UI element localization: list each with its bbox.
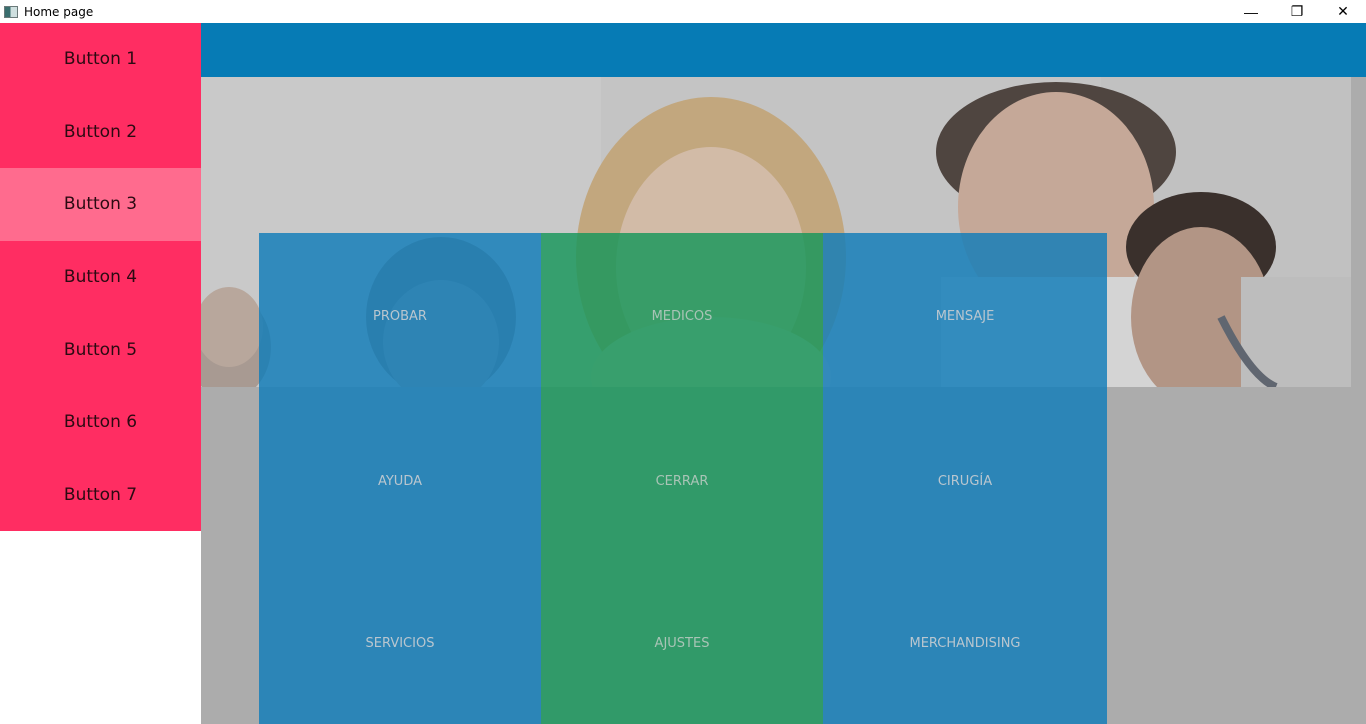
- title-bar: Home page — ❐ ✕: [0, 0, 1366, 23]
- tile-cirugia[interactable]: CIRUGÍA: [823, 399, 1107, 563]
- sidebar-button-4[interactable]: Button 4: [0, 241, 201, 314]
- app-icon: [4, 5, 18, 18]
- tile-ayuda[interactable]: AYUDA: [259, 399, 541, 563]
- tile-grid: PROBAR MEDICOS MENSAJE AYUDA CERRAR CIRU…: [259, 233, 1107, 724]
- sidebar-button-6[interactable]: Button 6: [0, 386, 201, 459]
- sidebar-button-3[interactable]: Button 3: [0, 168, 201, 241]
- window-title: Home page: [24, 4, 94, 19]
- tile-ajustes[interactable]: AJUSTES: [541, 563, 823, 724]
- sidebar-button-5[interactable]: Button 5: [0, 313, 201, 386]
- minimize-button[interactable]: —: [1228, 0, 1274, 23]
- app-window: Home page — ❐ ✕ Button 1 Button 2 Button…: [0, 0, 1366, 724]
- tile-mensaje[interactable]: MENSAJE: [823, 233, 1107, 399]
- sidebar-button-2[interactable]: Button 2: [0, 96, 201, 169]
- sidebar-button-7[interactable]: Button 7: [0, 459, 201, 532]
- tile-merchandising[interactable]: MERCHANDISING: [823, 563, 1107, 724]
- tile-probar[interactable]: PROBAR: [259, 233, 541, 399]
- sidebar: Button 1 Button 2 Button 3 Button 4 Butt…: [0, 23, 201, 532]
- tile-cerrar[interactable]: CERRAR: [541, 399, 823, 563]
- window-controls: — ❐ ✕: [1228, 0, 1366, 23]
- sidebar-button-1[interactable]: Button 1: [0, 23, 201, 96]
- header-bar: [201, 23, 1366, 77]
- restore-button[interactable]: ❐: [1274, 0, 1320, 23]
- tile-medicos[interactable]: MEDICOS: [541, 233, 823, 399]
- tile-servicios[interactable]: SERVICIOS: [259, 563, 541, 724]
- close-button[interactable]: ✕: [1320, 0, 1366, 23]
